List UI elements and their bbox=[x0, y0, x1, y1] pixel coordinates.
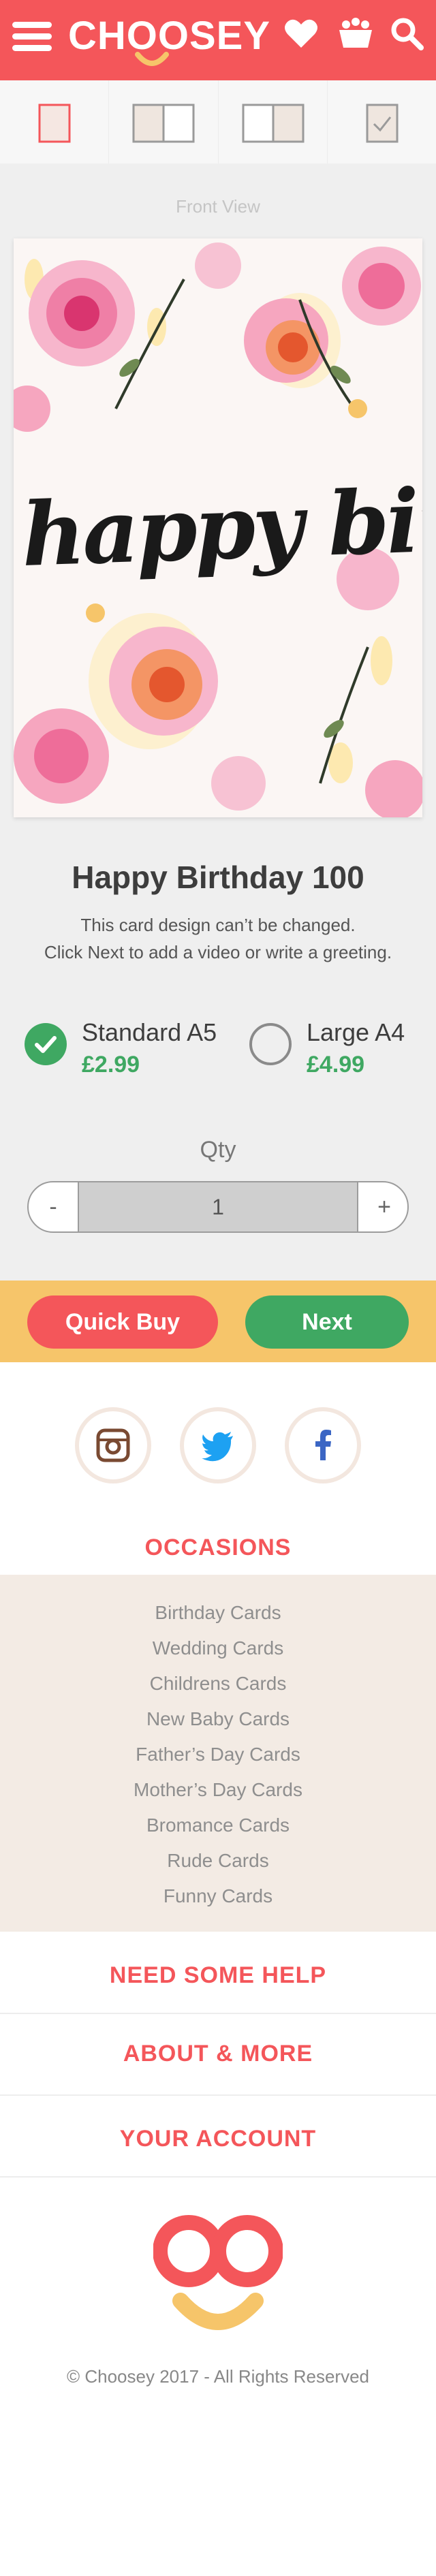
quantity-stepper: - 1 + bbox=[27, 1181, 409, 1233]
size-option-standard[interactable]: Standard A5 £2.99 bbox=[25, 1015, 217, 1090]
size-name: Standard A5 bbox=[82, 1018, 217, 1046]
inside-left-icon bbox=[132, 104, 195, 143]
instagram-link[interactable] bbox=[75, 1407, 151, 1483]
step-checkout[interactable] bbox=[328, 80, 436, 163]
step-front-page[interactable] bbox=[0, 80, 110, 163]
copyright-text: © Choosey 2017 - All Rights Reserved bbox=[66, 2366, 370, 2387]
list-item[interactable]: Mother’s Day Cards bbox=[0, 1778, 436, 1802]
instagram-icon bbox=[96, 1428, 130, 1462]
size-option-large[interactable]: Large A4 £4.99 bbox=[249, 1015, 413, 1090]
search-icon[interactable] bbox=[387, 14, 428, 54]
list-item[interactable]: Wedding Cards bbox=[0, 1637, 436, 1660]
account-heading[interactable]: YOUR ACCOUNT bbox=[0, 2125, 436, 2152]
twitter-icon bbox=[202, 1432, 233, 1462]
divider bbox=[0, 2094, 436, 2096]
size-price: £2.99 bbox=[82, 1052, 140, 1078]
about-heading[interactable]: ABOUT & MORE bbox=[0, 2040, 436, 2067]
list-item[interactable]: New Baby Cards bbox=[0, 1708, 436, 1731]
divider bbox=[0, 2176, 436, 2178]
facebook-link[interactable] bbox=[285, 1407, 361, 1483]
product-title: Happy Birthday 100 bbox=[72, 860, 364, 895]
site-header: CHOOSEY bbox=[0, 0, 436, 80]
basket-icon[interactable] bbox=[335, 14, 376, 54]
radio-unselected[interactable] bbox=[249, 1023, 292, 1065]
list-item[interactable]: Birthday Cards bbox=[0, 1601, 436, 1624]
checkmark-icon bbox=[366, 104, 399, 143]
choosey-logo-icon bbox=[153, 2215, 283, 2330]
twitter-link[interactable] bbox=[180, 1407, 256, 1483]
card-artwork: happy birthday bbox=[14, 238, 422, 817]
card-front-image: happy birthday bbox=[14, 238, 422, 817]
qty-label: Qty bbox=[200, 1137, 236, 1163]
list-item[interactable]: Funny Cards bbox=[0, 1885, 436, 1908]
site-logo[interactable]: CHOOSEY bbox=[68, 12, 270, 67]
list-item[interactable]: Childrens Cards bbox=[0, 1672, 436, 1695]
inside-right-icon bbox=[242, 104, 304, 143]
radio-selected[interactable] bbox=[25, 1023, 67, 1065]
occasions-heading[interactable]: OCCASIONS bbox=[0, 1534, 436, 1561]
front-page-icon bbox=[38, 104, 71, 143]
step-inside-right[interactable] bbox=[219, 80, 328, 163]
note-line-2: Click Next to add a video or write a gre… bbox=[44, 942, 392, 962]
qty-input[interactable]: 1 bbox=[78, 1182, 358, 1231]
step-inside-left[interactable] bbox=[109, 80, 219, 163]
list-item[interactable]: Father’s Day Cards bbox=[0, 1743, 436, 1766]
next-button[interactable]: Next bbox=[245, 1295, 409, 1349]
note-line-1: This card design can’t be changed. bbox=[80, 915, 356, 935]
view-label: Front View bbox=[176, 196, 260, 217]
qty-decrease-button[interactable]: - bbox=[29, 1182, 78, 1231]
quick-buy-button[interactable]: Quick Buy bbox=[27, 1295, 218, 1349]
design-steps-bar bbox=[0, 80, 436, 163]
list-item[interactable]: Rude Cards bbox=[0, 1849, 436, 1872]
facebook-icon bbox=[315, 1430, 331, 1460]
checkmark-icon bbox=[35, 1036, 57, 1053]
hamburger-menu-icon[interactable] bbox=[12, 19, 54, 52]
divider bbox=[0, 2013, 436, 2014]
logo-text: CHOOSEY bbox=[68, 14, 271, 58]
product-preview-area: Front View happy birthday Happy Birthday… bbox=[0, 163, 436, 1281]
size-name: Large A4 bbox=[307, 1018, 405, 1046]
help-heading[interactable]: NEED SOME HELP bbox=[0, 1962, 436, 1989]
logo-smile-icon bbox=[135, 52, 169, 66]
size-price: £4.99 bbox=[307, 1052, 365, 1078]
occasions-list: Birthday Cards Wedding Cards Childrens C… bbox=[0, 1575, 436, 1932]
heart-icon[interactable] bbox=[281, 14, 322, 54]
list-item[interactable]: Bromance Cards bbox=[0, 1814, 436, 1837]
action-bar: Quick Buy Next bbox=[0, 1281, 436, 1362]
product-note: This card design can’t be changed. Click… bbox=[0, 911, 436, 966]
qty-increase-button[interactable]: + bbox=[360, 1182, 407, 1231]
